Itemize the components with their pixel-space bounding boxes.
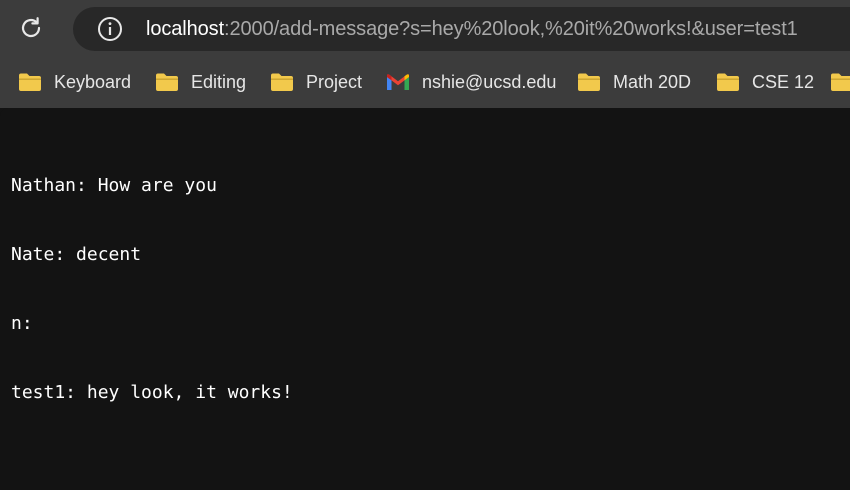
- message-line: Nathan: How are you: [11, 175, 217, 196]
- message-line: n:: [11, 313, 33, 334]
- folder-icon: [271, 73, 293, 91]
- url-path: :2000/add-message?s=hey%20look,%20it%20w…: [224, 18, 798, 40]
- bookmark-label: Project: [306, 72, 363, 92]
- url-text[interactable]: localhost:2000/add-message?s=hey%20look,…: [146, 18, 798, 40]
- bookmark-project[interactable]: Project: [270, 68, 362, 96]
- page-content: Nathan: How are you Nate: decent n: test…: [0, 108, 850, 490]
- bookmark-label: nshie@ucsd.edu: [422, 72, 557, 92]
- bookmarks-bar: Keyboard Editing Project nshie@ucsd.edu: [0, 58, 850, 108]
- browser-toolbar: localhost:2000/add-message?s=hey%20look,…: [0, 0, 850, 58]
- bookmark-gmail[interactable]: nshie@ucsd.edu: [386, 68, 556, 96]
- bookmark-label: CSE 12: [752, 72, 815, 92]
- reload-button[interactable]: [14, 11, 48, 45]
- gmail-icon: [387, 74, 409, 90]
- folder-icon: [831, 73, 850, 91]
- folder-icon: [156, 73, 178, 91]
- folder-icon: [578, 73, 600, 91]
- url-host: localhost: [146, 18, 225, 40]
- reload-icon: [21, 17, 41, 38]
- bookmark-cse-12[interactable]: CSE 12: [716, 68, 814, 96]
- bookmark-label: Math 20D: [613, 72, 692, 92]
- bookmark-math-20d[interactable]: Math 20D: [577, 68, 691, 96]
- message-list: Nathan: How are you Nate: decent n: test…: [11, 128, 293, 450]
- bookmark-keyboard[interactable]: Keyboard: [18, 68, 131, 96]
- bookmark-editing[interactable]: Editing: [155, 68, 246, 96]
- address-bar[interactable]: localhost:2000/add-message?s=hey%20look,…: [73, 7, 850, 51]
- message-line: Nate: decent: [11, 244, 142, 265]
- folder-icon: [19, 73, 41, 91]
- bookmark-overflow-folder[interactable]: [830, 68, 850, 96]
- site-info-icon[interactable]: [97, 16, 123, 42]
- message-line: test1: hey look, it works!: [11, 382, 293, 403]
- bookmark-label: Keyboard: [54, 72, 132, 92]
- bookmark-label: Editing: [191, 72, 247, 92]
- folder-icon: [717, 73, 739, 91]
